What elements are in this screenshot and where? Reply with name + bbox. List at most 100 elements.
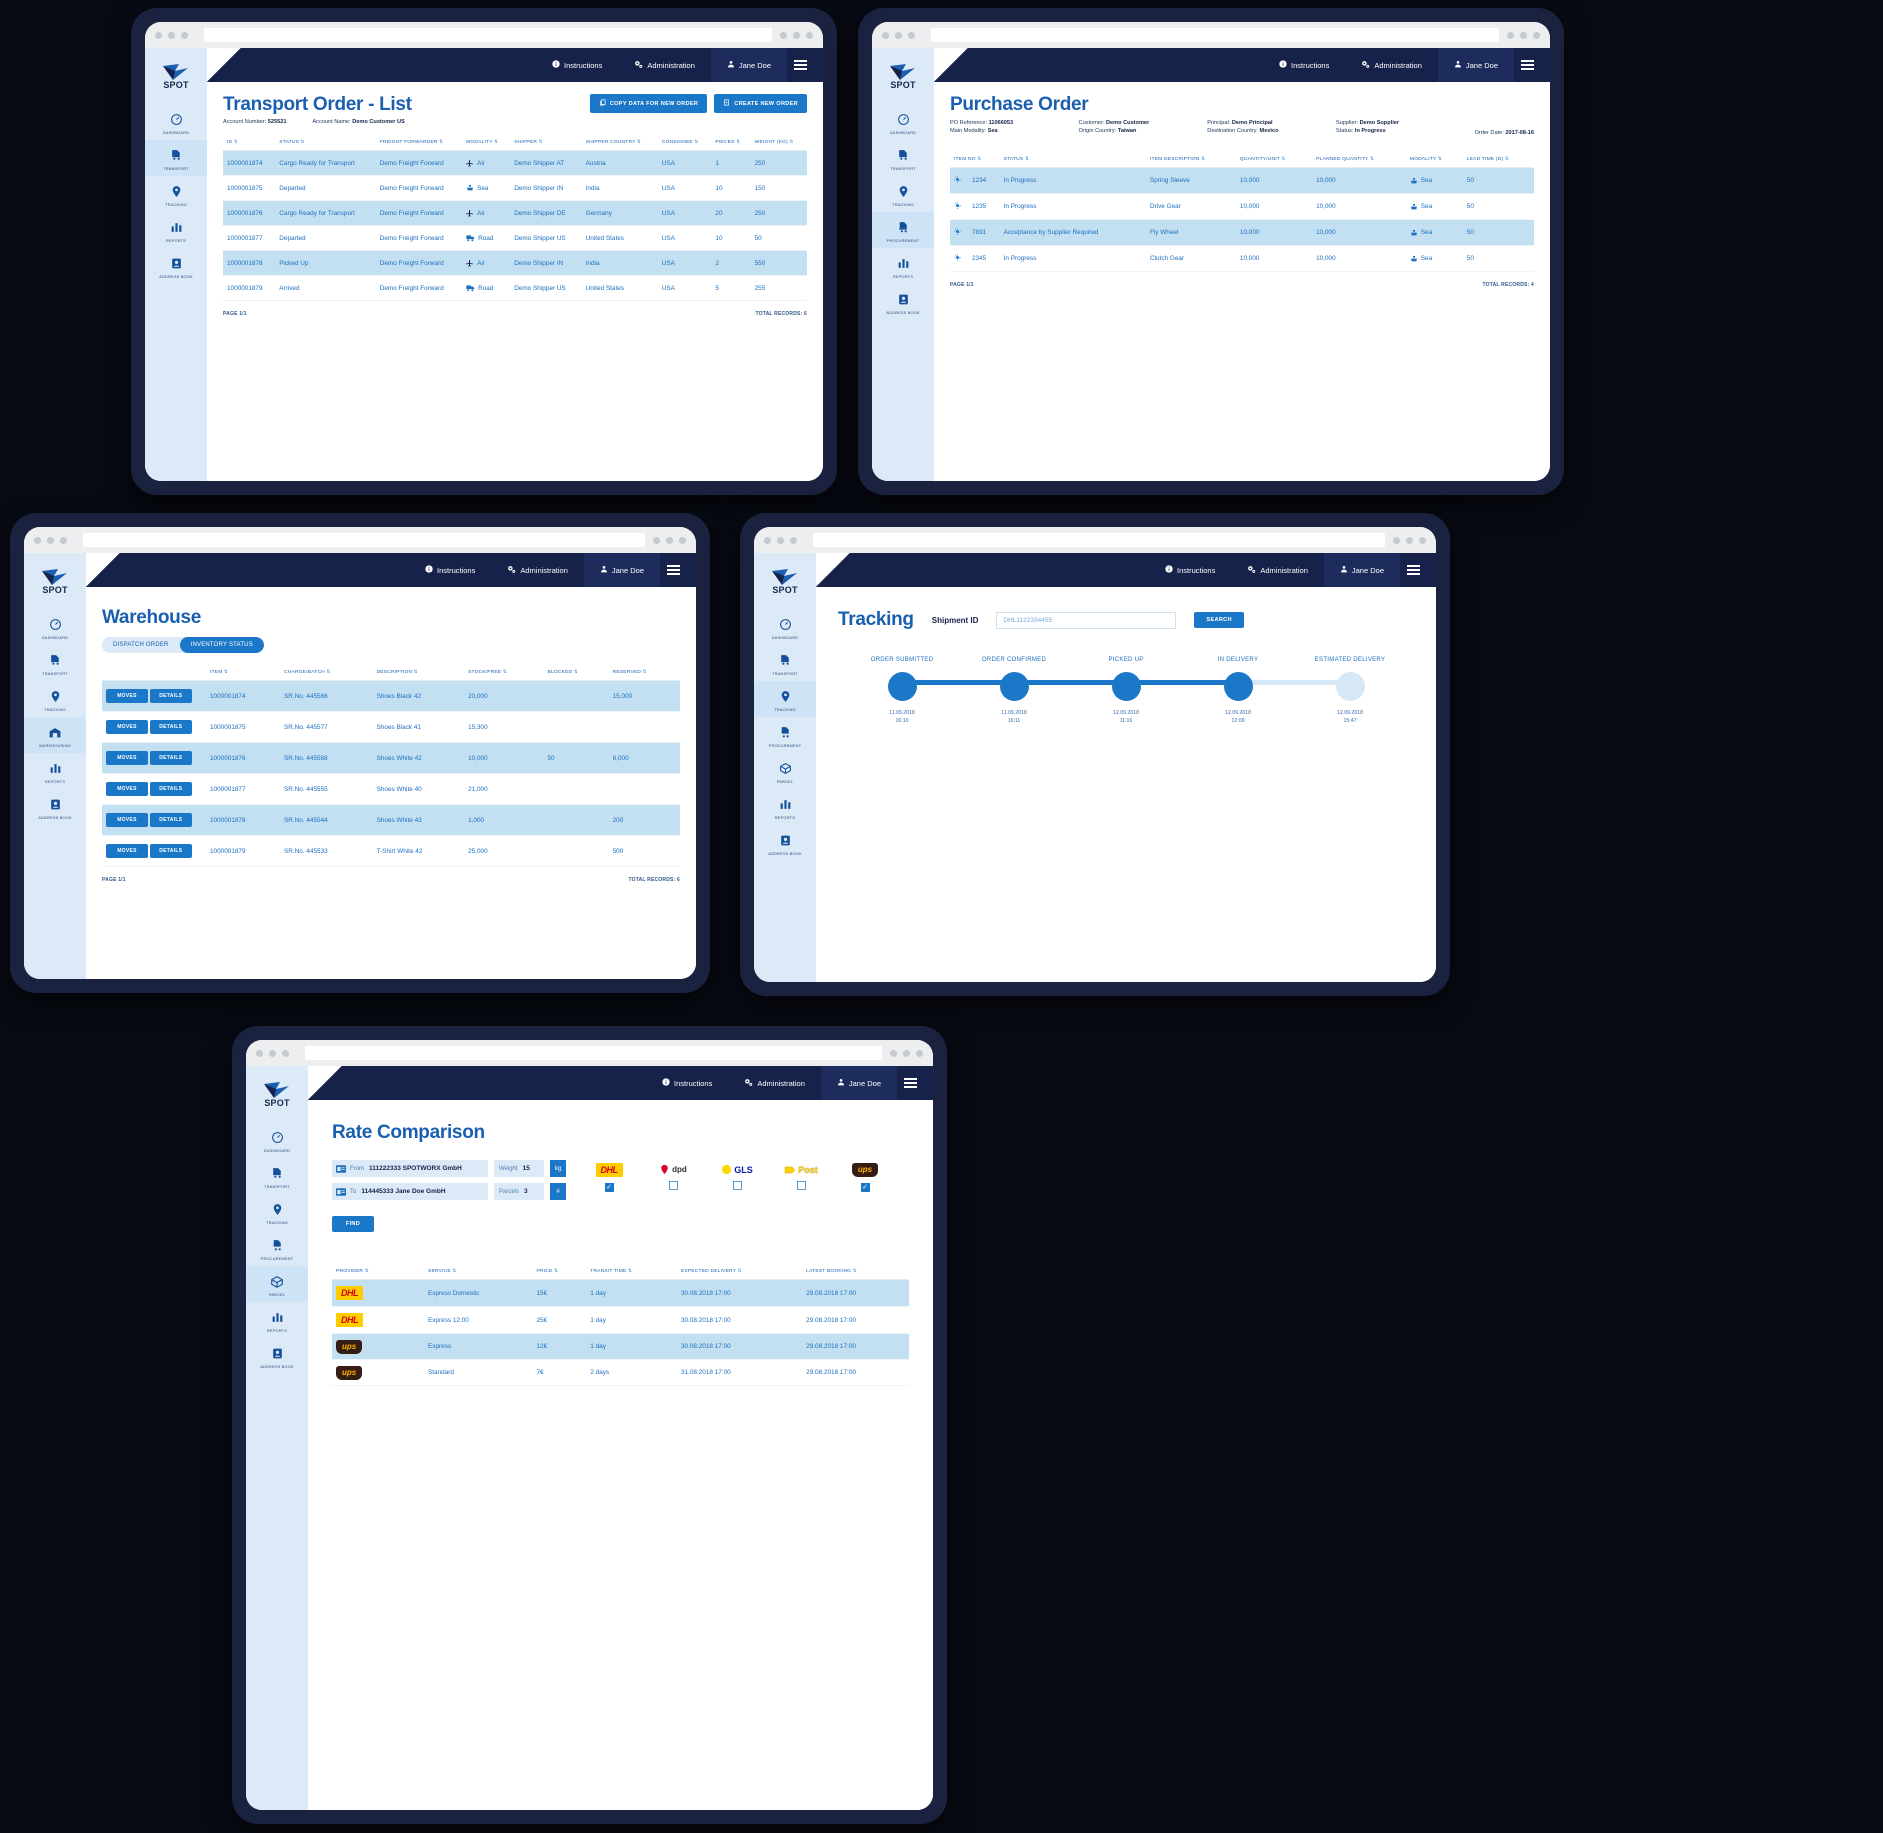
details-button[interactable]: DETAILS — [149, 844, 192, 858]
menu-button[interactable] — [1514, 59, 1540, 71]
table-row[interactable]: MOVES DETAILS 1000001874 SR.No. 445566 Shoe… — [102, 680, 680, 712]
table-row[interactable]: 1000001875 Departed Demo Freight Forward Se… — [223, 176, 807, 201]
table-row[interactable]: ups Standard 7€ 2 days 31.08.2018 17:00 29.08… — [332, 1360, 909, 1386]
weight-field[interactable]: Weight 15 — [494, 1160, 544, 1177]
carrier-option[interactable]: dpd — [650, 1164, 696, 1190]
details-button[interactable]: DETAILS — [149, 782, 192, 796]
instructions-button[interactable]: Instructions — [536, 48, 618, 82]
parcels-unit[interactable]: # — [550, 1183, 566, 1200]
moves-button[interactable]: MOVES — [106, 782, 148, 796]
table-row[interactable]: DHL Express Domestic 15€ 1 day 30.08.2018 17… — [332, 1279, 909, 1307]
menu-button[interactable] — [1400, 564, 1426, 576]
sidebar-item-procurement[interactable]: PROCUREMENT — [754, 717, 816, 753]
user-menu[interactable]: Jane Doe — [710, 48, 787, 82]
sidebar-item-transport[interactable]: TRANSPORT — [145, 140, 207, 176]
details-button[interactable]: DETAILS — [149, 720, 192, 734]
carrier-option[interactable]: DHL — [586, 1162, 632, 1192]
sidebar-item-warehousing[interactable]: WAREHOUSING — [24, 717, 86, 753]
sidebar-item-dashboard[interactable]: DASHBOARD — [24, 609, 86, 645]
col-status[interactable]: STATUS ⇅ — [275, 133, 376, 151]
table-row[interactable]: DHL Express 12:00 25€ 1 day 30.08.2018 17:00… — [332, 1307, 909, 1334]
carrier-checkbox[interactable] — [796, 1180, 806, 1190]
carrier-checkbox[interactable] — [604, 1182, 614, 1192]
sidebar-item-transport[interactable]: TRANSPORT — [24, 645, 86, 681]
from-field[interactable]: From 111222333 SPOTWORX GmbH — [332, 1160, 488, 1177]
instructions-button[interactable]: Instructions — [1149, 553, 1231, 587]
sidebar-item-procurement[interactable]: PROCUREMENT — [246, 1230, 308, 1266]
sidebar-item-parcel[interactable]: PARCEL — [754, 753, 816, 789]
moves-button[interactable]: MOVES — [106, 844, 148, 858]
sidebar-item-procurement[interactable]: PROCUREMENT — [872, 212, 934, 248]
table-row[interactable]: 1000001879 Arrived Demo Freight Forward Roa… — [223, 276, 807, 301]
table-row[interactable]: 1000001877 Departed Demo Freight Forward Ro… — [223, 226, 807, 251]
sidebar-item-dashboard[interactable]: DASHBOARD — [145, 104, 207, 140]
sidebar-item-transport[interactable]: TRANSPORT — [246, 1158, 308, 1194]
create-new-order-button[interactable]: CREATE NEW ORDER — [714, 94, 807, 113]
col-modality[interactable]: MODALITY ⇅ — [1405, 150, 1463, 168]
sidebar-item-address-book[interactable]: ADDRESS BOOK — [754, 825, 816, 861]
shipment-id-input[interactable]: DHL1122334455 — [996, 611, 1177, 629]
parcels-field[interactable]: Parcels 3 — [494, 1183, 544, 1200]
weight-unit[interactable]: kg — [550, 1160, 566, 1177]
table-row[interactable]: MOVES DETAILS 1000001875 SR.No. 445577 Shoe… — [102, 712, 680, 743]
administration-button[interactable]: Administration — [1231, 553, 1324, 587]
row-settings-icon[interactable] — [950, 194, 968, 220]
carrier-checkbox[interactable] — [668, 1181, 678, 1190]
moves-button[interactable]: MOVES — [106, 751, 148, 765]
administration-button[interactable]: Administration — [618, 48, 711, 82]
sidebar-item-tracking[interactable]: TRACKING — [145, 176, 207, 212]
carrier-option[interactable]: GLS — [714, 1164, 760, 1190]
sidebar-item-reports[interactable]: REPORTS — [246, 1302, 308, 1338]
row-settings-icon[interactable] — [950, 246, 968, 272]
administration-button[interactable]: Administration — [728, 1066, 821, 1100]
col-item[interactable]: ITEM ⇅ — [206, 663, 281, 681]
col-item-no[interactable]: ITEM NO ⇅ — [950, 150, 1000, 168]
col-blocked[interactable]: BLOCKED ⇅ — [543, 663, 609, 681]
menu-button[interactable] — [787, 59, 813, 71]
table-row[interactable]: 1000001876 Cargo Ready for Transport Demo … — [223, 200, 807, 226]
carrier-checkbox[interactable] — [732, 1181, 742, 1190]
moves-button[interactable]: MOVES — [106, 720, 148, 734]
col-id[interactable]: ID ⇅ — [223, 133, 276, 151]
carrier-checkbox[interactable] — [860, 1182, 870, 1192]
col-charge-batch[interactable]: CHARGE/BATCH ⇅ — [280, 663, 373, 681]
url-bar[interactable] — [204, 28, 772, 42]
col-weight[interactable]: WEIGHT (KG) ⇅ — [750, 133, 807, 151]
sidebar-item-address-book[interactable]: ADDRESS BOOK — [24, 789, 86, 825]
details-button[interactable]: DETAILS — [149, 689, 192, 703]
instructions-button[interactable]: Instructions — [1263, 48, 1345, 82]
table-row[interactable]: 1235 In Progress Drive Gear 10,000 10,000 Sea… — [950, 194, 1534, 220]
col-provider[interactable]: PROVIDER ⇅ — [332, 1262, 424, 1280]
tab-inventory-status[interactable]: INVENTORY STATUS — [179, 637, 264, 653]
row-settings-icon[interactable] — [950, 220, 968, 246]
col-price[interactable]: PRICE ⇅ — [532, 1262, 587, 1280]
moves-button[interactable]: MOVES — [106, 813, 148, 827]
col-lead-time[interactable]: LEAD TIME (D) ⇅ — [1462, 150, 1534, 168]
sidebar-item-address-book[interactable]: ADDRESS BOOK — [246, 1338, 308, 1374]
col-freight-forwarder[interactable]: FREIGHT FORWARDER ⇅ — [375, 133, 463, 151]
carrier-option[interactable]: ups — [842, 1162, 888, 1192]
administration-button[interactable]: Administration — [1345, 48, 1438, 82]
sidebar-item-tracking[interactable]: TRACKING — [872, 176, 934, 212]
to-field[interactable]: To 114445333 Jane Doe GmbH — [332, 1183, 488, 1200]
url-bar[interactable] — [931, 28, 1499, 42]
details-button[interactable]: DETAILS — [149, 751, 192, 765]
sidebar-item-reports[interactable]: REPORTS — [754, 789, 816, 825]
user-menu[interactable]: Jane Doe — [1323, 553, 1400, 587]
user-menu[interactable]: Jane Doe — [820, 1066, 897, 1100]
col-service[interactable]: SERVICE ⇅ — [424, 1262, 533, 1280]
col-transit-time[interactable]: TRANSIT TIME ⇅ — [586, 1262, 677, 1280]
col-shipper-country[interactable]: SHIPPER COUNTRY ⇅ — [581, 133, 658, 151]
col-quantity-unit[interactable]: QUANTITY/UNIT ⇅ — [1235, 150, 1313, 168]
details-button[interactable]: DETAILS — [149, 813, 192, 827]
tab-dispatch-order[interactable]: DISPATCH ORDER — [102, 637, 180, 653]
moves-button[interactable]: MOVES — [106, 689, 148, 703]
sidebar-item-tracking[interactable]: TRACKING — [754, 681, 816, 717]
table-row[interactable]: 1000001878 Picked Up Demo Freight Forward A… — [223, 250, 807, 276]
table-row[interactable]: 1234 In Progress Spring Sleeve 10,000 10,000… — [950, 167, 1534, 194]
col-expected-delivery[interactable]: EXPECTED DELIVERY ⇅ — [676, 1262, 803, 1280]
instructions-button[interactable]: Instructions — [646, 1066, 728, 1100]
table-row[interactable]: MOVES DETAILS 1000001878 SR.No. 445544 Shoe… — [102, 804, 680, 836]
sidebar-item-transport[interactable]: TRANSPORT — [754, 645, 816, 681]
col-reserved[interactable]: RESERVED ⇅ — [608, 663, 680, 681]
